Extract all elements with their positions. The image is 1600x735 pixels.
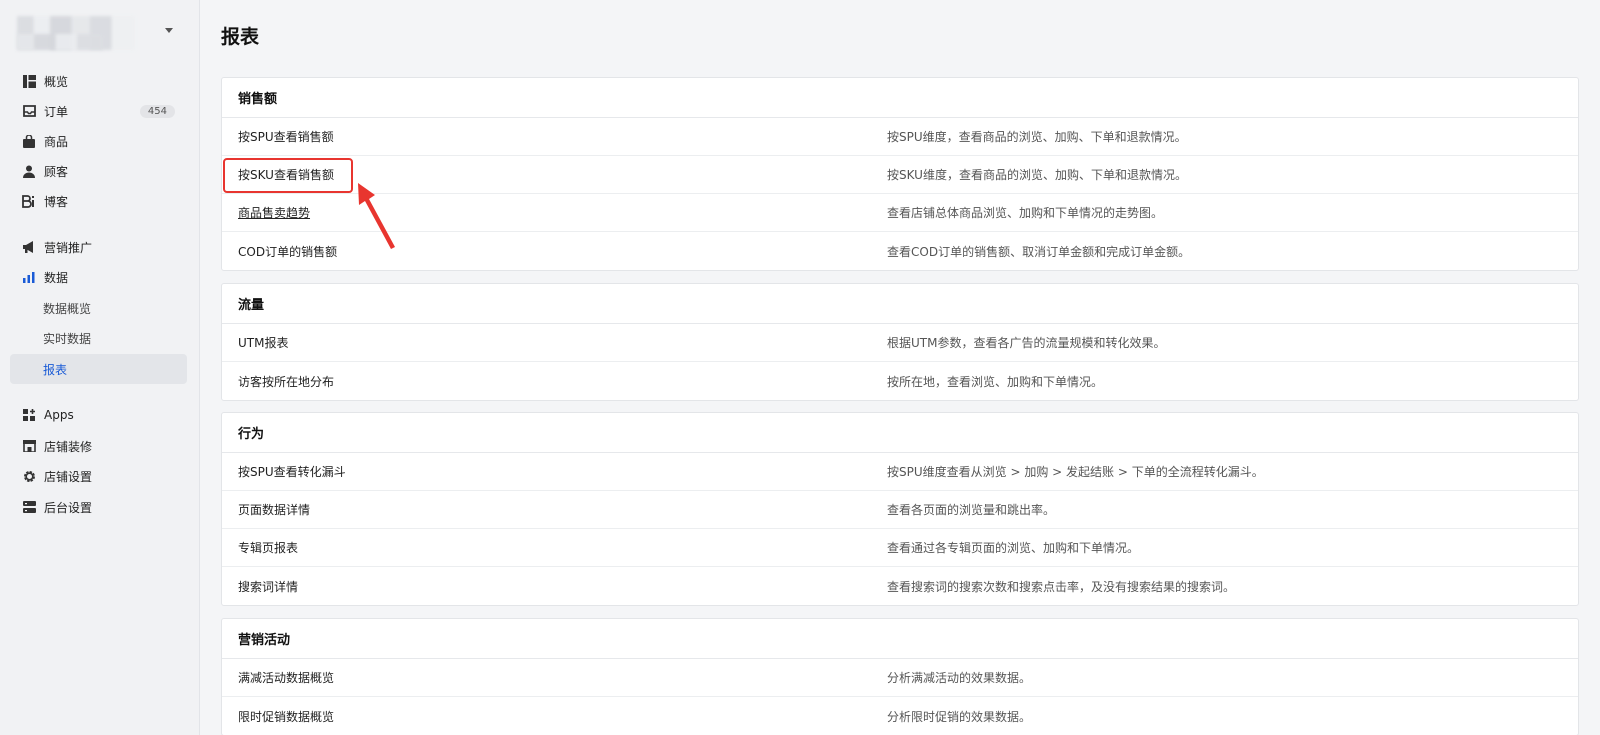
- report-link[interactable]: 满减活动数据概览: [238, 669, 334, 686]
- bar-chart-icon: [22, 270, 36, 284]
- report-description: 查看COD订单的销售额、取消订单金额和完成订单金额。: [887, 244, 1191, 259]
- report-link[interactable]: 按SKU查看销售额: [238, 166, 334, 183]
- sidebar: 概览 订单 454 商品 顾客 博客 营销推广 数据 数据概览 实时数据 报表 …: [0, 0, 200, 735]
- sidebar-item-label: 店铺设置: [44, 469, 93, 484]
- report-row[interactable]: 按SPU查看转化漏斗 按SPU维度查看从浏览 > 加购 > 发起结账 > 下单的…: [222, 453, 1578, 491]
- sidebar-item-blog[interactable]: 博客: [10, 186, 187, 216]
- report-link[interactable]: 按SPU查看转化漏斗: [238, 463, 346, 480]
- report-description: 分析限时促销的效果数据。: [887, 709, 1032, 724]
- dashboard-icon: [22, 74, 36, 88]
- sidebar-sub-realtime[interactable]: 实时数据: [10, 323, 187, 353]
- section-title: 流量: [222, 284, 1578, 324]
- page-title: 报表: [221, 26, 260, 48]
- report-description: 查看店铺总体商品浏览、加购和下单情况的走势图。: [887, 206, 1164, 220]
- sidebar-item-label: 概览: [44, 74, 69, 89]
- report-row[interactable]: 商品售卖趋势 查看店铺总体商品浏览、加购和下单情况的走势图。: [222, 194, 1578, 232]
- report-link[interactable]: UTM报表: [238, 334, 288, 351]
- sidebar-item-products[interactable]: 商品: [10, 126, 187, 156]
- gear-icon: [22, 469, 36, 483]
- report-description: 按SPU维度，查看商品的浏览、加购、下单和退款情况。: [887, 130, 1187, 144]
- report-description: 根据UTM参数，查看各广告的流量规模和转化效果。: [887, 336, 1166, 350]
- store-name-blurred: [17, 34, 103, 50]
- report-row[interactable]: UTM报表 根据UTM参数，查看各广告的流量规模和转化效果。: [222, 324, 1578, 362]
- report-section-marketing: 营销活动 满减活动数据概览 分析满减活动的效果数据。 限时促销数据概览 分析限时…: [221, 618, 1579, 735]
- report-row[interactable]: 按SKU查看销售额 按SKU维度，查看商品的浏览、加购、下单和退款情况。: [222, 156, 1578, 194]
- report-row[interactable]: 搜索词详情 查看搜索词的搜索次数和搜索点击率，及没有搜索结果的搜索词。: [222, 567, 1578, 605]
- sidebar-item-store-design[interactable]: 店铺装修: [10, 431, 187, 461]
- bag-icon: [22, 134, 36, 148]
- sidebar-item-marketing[interactable]: 营销推广: [10, 232, 187, 262]
- report-description: 查看通过各专辑页面的浏览、加购和下单情况。: [887, 541, 1140, 555]
- sidebar-item-label: 店铺装修: [44, 439, 93, 454]
- report-section-behavior: 行为 按SPU查看转化漏斗 按SPU维度查看从浏览 > 加购 > 发起结账 > …: [221, 412, 1579, 606]
- sidebar-item-store-settings[interactable]: 店铺设置: [10, 461, 187, 491]
- report-row[interactable]: 页面数据详情 查看各页面的浏览量和跳出率。: [222, 491, 1578, 529]
- report-row[interactable]: 按SPU查看销售额 按SPU维度，查看商品的浏览、加购、下单和退款情况。: [222, 118, 1578, 156]
- report-description: 分析满减活动的效果数据。: [887, 671, 1032, 685]
- report-link[interactable]: 搜索词详情: [238, 578, 298, 595]
- sidebar-item-label: 顾客: [44, 164, 69, 179]
- sidebar-item-apps[interactable]: Apps: [10, 400, 187, 430]
- sidebar-sub-reports[interactable]: 报表: [10, 354, 187, 384]
- report-description: 查看搜索词的搜索次数和搜索点击率，及没有搜索结果的搜索词。: [887, 579, 1236, 594]
- report-description: 查看各页面的浏览量和跳出率。: [887, 503, 1056, 517]
- report-section-sales: 销售额 按SPU查看销售额 按SPU维度，查看商品的浏览、加购、下单和退款情况。…: [221, 77, 1579, 271]
- report-description: 按所在地，查看浏览、加购和下单情况。: [887, 374, 1104, 389]
- report-row[interactable]: COD订单的销售额 查看COD订单的销售额、取消订单金额和完成订单金额。: [222, 232, 1578, 270]
- report-row[interactable]: 访客按所在地分布 按所在地，查看浏览、加购和下单情况。: [222, 362, 1578, 400]
- sidebar-sub-label: 报表: [43, 362, 68, 377]
- sidebar-item-customers[interactable]: 顾客: [10, 156, 187, 186]
- store-switcher[interactable]: [15, 14, 185, 52]
- sidebar-item-label: 订单: [44, 104, 69, 119]
- report-link[interactable]: 专辑页报表: [238, 539, 298, 556]
- sidebar-item-label: 博客: [44, 194, 69, 209]
- report-link[interactable]: COD订单的销售额: [238, 243, 337, 260]
- sidebar-sub-label: 实时数据: [43, 331, 92, 346]
- server-icon: [22, 500, 36, 514]
- sidebar-item-admin-settings[interactable]: 后台设置: [10, 492, 187, 522]
- report-description: 按SKU维度，查看商品的浏览、加购、下单和退款情况。: [887, 168, 1187, 182]
- report-row[interactable]: 限时促销数据概览 分析限时促销的效果数据。: [222, 697, 1578, 735]
- megaphone-icon: [22, 240, 36, 254]
- report-link[interactable]: 页面数据详情: [238, 501, 310, 518]
- report-link[interactable]: 限时促销数据概览: [238, 708, 334, 725]
- report-link[interactable]: 访客按所在地分布: [238, 373, 334, 390]
- apps-icon: [22, 408, 36, 422]
- inbox-icon: [22, 104, 36, 118]
- sidebar-item-label: 营销推广: [44, 240, 93, 255]
- orders-count-badge: 454: [139, 104, 175, 118]
- sidebar-item-label: Apps: [44, 408, 74, 422]
- sidebar-item-data[interactable]: 数据: [10, 262, 187, 292]
- sidebar-sub-data-overview[interactable]: 数据概览: [10, 293, 187, 323]
- section-title: 销售额: [222, 78, 1578, 118]
- sidebar-item-label: 商品: [44, 134, 69, 149]
- sidebar-item-label: 后台设置: [44, 500, 93, 515]
- sidebar-item-label: 数据: [44, 270, 69, 285]
- sidebar-item-overview[interactable]: 概览: [10, 66, 187, 96]
- report-row[interactable]: 满减活动数据概览 分析满减活动的效果数据。: [222, 659, 1578, 697]
- report-link[interactable]: 商品售卖趋势: [238, 204, 310, 221]
- sidebar-item-orders[interactable]: 订单 454: [10, 96, 187, 126]
- section-title: 营销活动: [222, 619, 1578, 659]
- sidebar-sub-label: 数据概览: [43, 301, 92, 316]
- report-link[interactable]: 按SPU查看销售额: [238, 128, 334, 145]
- blog-icon: [22, 194, 36, 208]
- chevron-down-icon[interactable]: [165, 28, 173, 33]
- section-title: 行为: [222, 413, 1578, 453]
- storefront-icon: [22, 439, 36, 453]
- report-row[interactable]: 专辑页报表 查看通过各专辑页面的浏览、加购和下单情况。: [222, 529, 1578, 567]
- report-section-traffic: 流量 UTM报表 根据UTM参数，查看各广告的流量规模和转化效果。 访客按所在地…: [221, 283, 1579, 401]
- user-icon: [22, 164, 36, 178]
- report-description: 按SPU维度查看从浏览 > 加购 > 发起结账 > 下单的全流程转化漏斗。: [887, 465, 1264, 479]
